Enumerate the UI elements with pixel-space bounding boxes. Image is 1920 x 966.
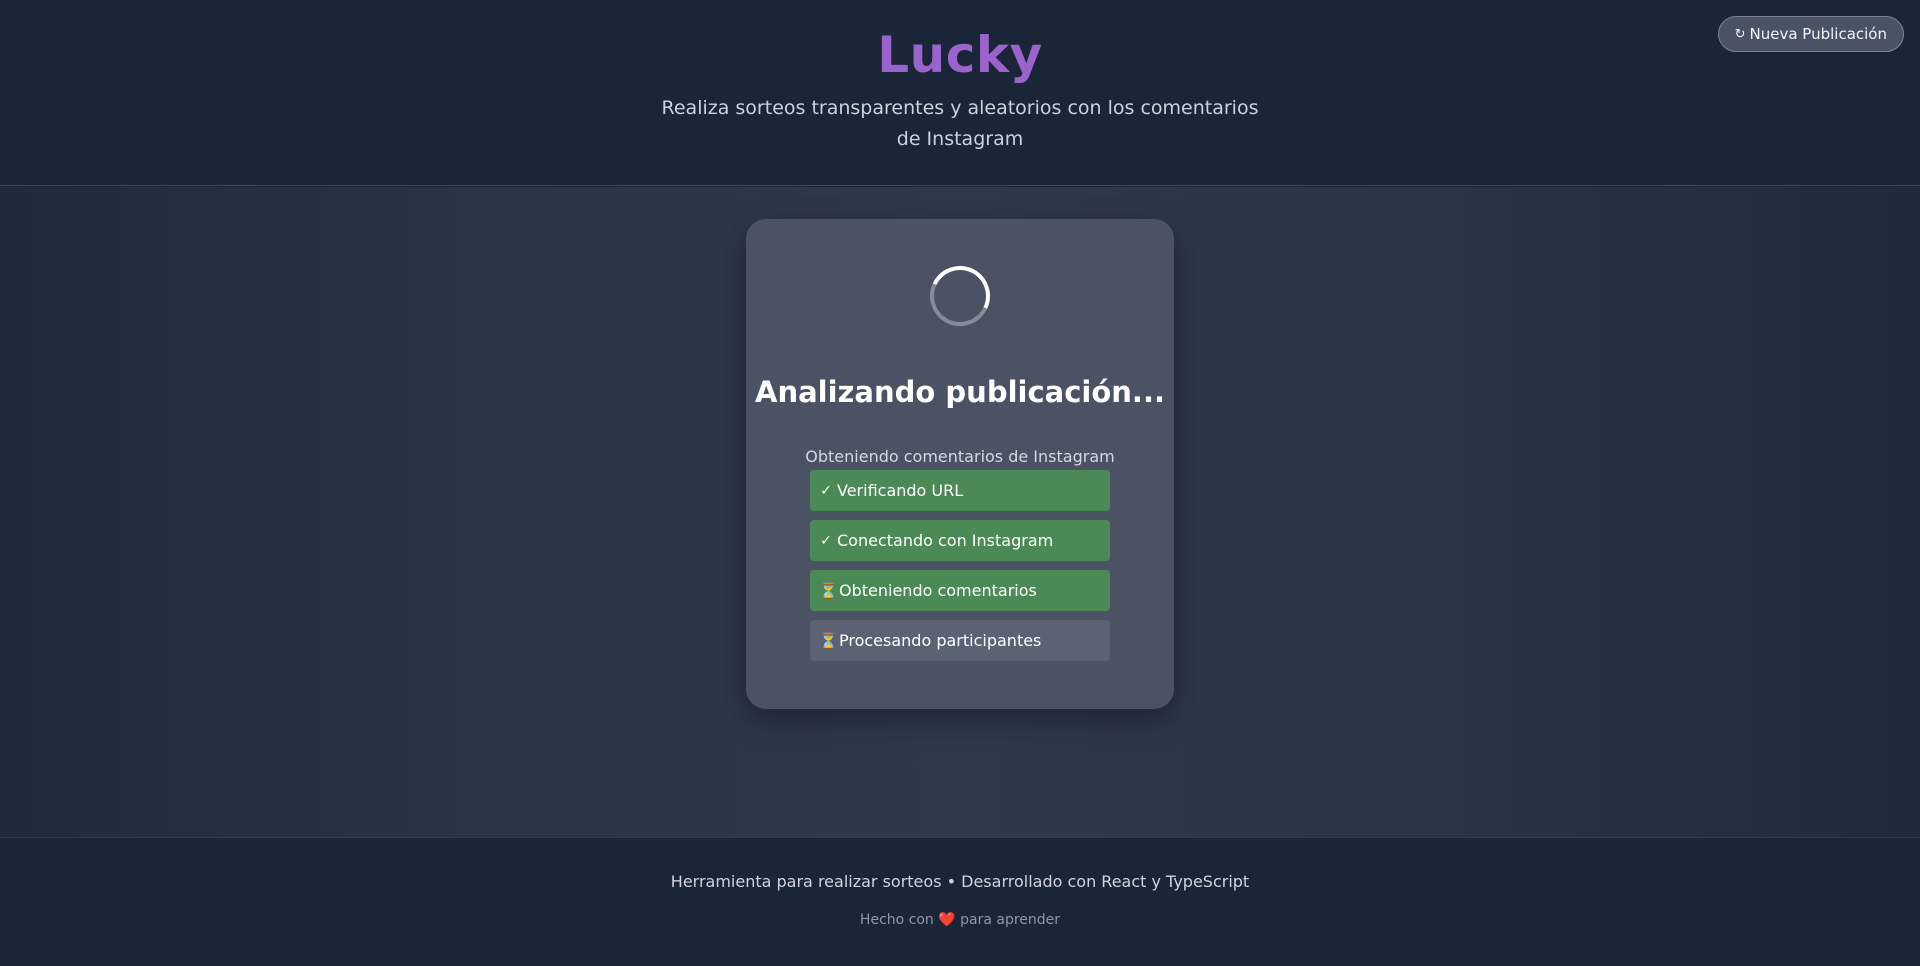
brand-title: Lucky — [877, 26, 1043, 84]
hourglass-icon: ⏳ — [819, 631, 838, 650]
app-footer: Herramienta para realizar sorteos • Desa… — [0, 837, 1920, 966]
step-process-participants: ⏳ Procesando participantes — [810, 620, 1110, 661]
step-verify-url: ✓ Verificando URL — [810, 470, 1110, 511]
loading-card: Analizando publicación... Obteniendo com… — [746, 219, 1174, 709]
check-icon: ✓ — [820, 532, 832, 549]
footer-credit: Hecho con ❤️ para aprender — [0, 912, 1920, 928]
check-icon: ✓ — [820, 482, 832, 499]
step-label: Procesando participantes — [839, 631, 1042, 650]
footer-description: Herramienta para realizar sorteos • Desa… — [670, 872, 1250, 891]
loading-title: Analizando publicación... — [755, 375, 1165, 409]
step-connect-instagram: ✓ Conectando con Instagram — [810, 520, 1110, 561]
loading-spinner — [921, 257, 999, 335]
heart-icon: ❤️ — [938, 912, 956, 928]
step-label: Obteniendo comentarios — [839, 581, 1037, 600]
step-fetch-comments: ⏳ Obteniendo comentarios — [810, 570, 1110, 611]
step-label: Conectando con Instagram — [837, 531, 1054, 550]
app-header: ↻ Nueva Publicación Lucky Realiza sorteo… — [0, 0, 1920, 186]
progress-steps: ✓ Verificando URL ✓ Conectando con Insta… — [810, 470, 1110, 670]
main-content: Analizando publicación... Obteniendo com… — [0, 187, 1920, 837]
tagline: Realiza sorteos transparentes y aleatori… — [661, 97, 1259, 150]
hourglass-icon: ⏳ — [819, 581, 838, 600]
loading-subtitle: Obteniendo comentarios de Instagram — [805, 447, 1115, 466]
footer-credit-after: para aprender — [960, 912, 1061, 928]
step-label: Verificando URL — [837, 481, 964, 500]
footer-credit-before: Hecho con — [859, 912, 934, 928]
